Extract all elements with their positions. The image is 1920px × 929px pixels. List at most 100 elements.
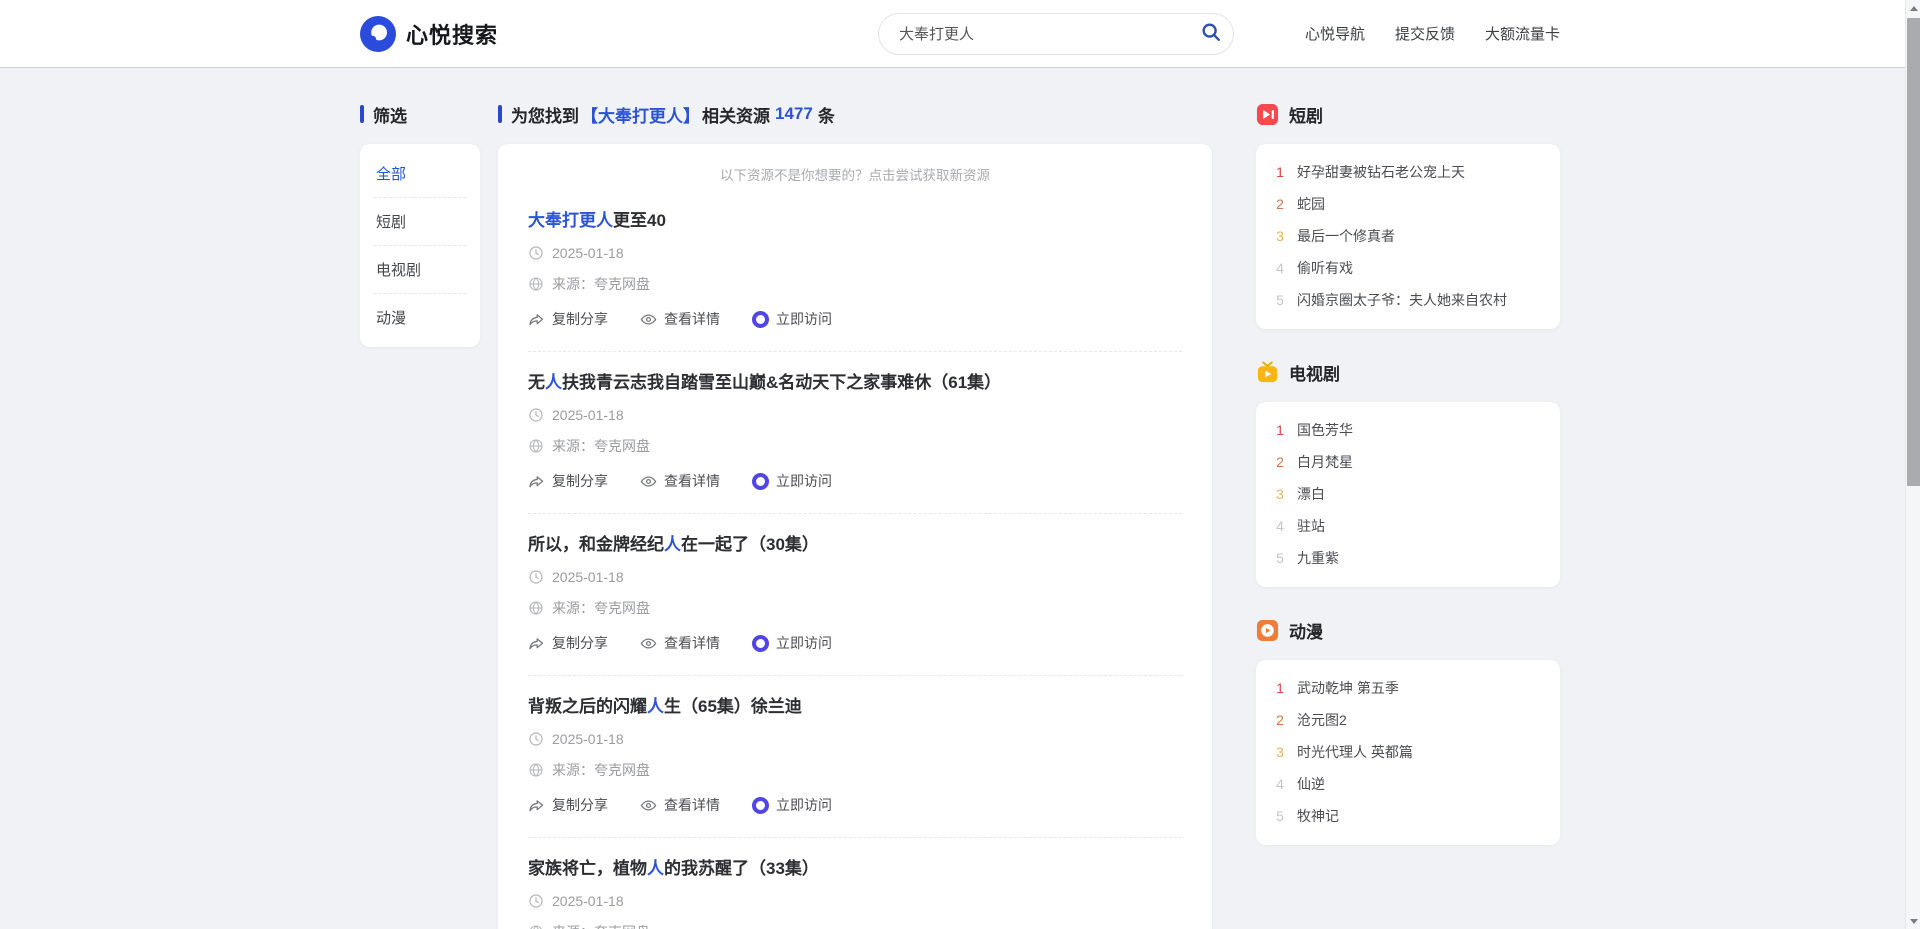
result-source: 来源：夸克网盘 (552, 760, 650, 780)
view-detail-button[interactable]: 查看详情 (640, 309, 720, 329)
result-source-row: 来源：夸克网盘 (528, 274, 1182, 294)
rank-card: 1 国色芳华 2 白月梵星 3 漂白 4 驻站 5 九重紫 (1256, 402, 1560, 587)
visit-now-label: 立即访问 (776, 471, 832, 491)
rank-number: 1 (1274, 163, 1286, 182)
view-detail-button[interactable]: 查看详情 (640, 633, 720, 653)
result-source: 来源：夸克网盘 (552, 922, 650, 929)
rank-card: 1 武动乾坤 第五季 2 沧元图2 3 时光代理人 英都篇 4 仙逆 5 牧神记 (1256, 660, 1560, 845)
summary-suffix: 条 (818, 102, 835, 127)
view-detail-button[interactable]: 查看详情 (640, 795, 720, 815)
result-title[interactable]: 家族将亡，植物人的我苏醒了（33集） (528, 858, 1182, 880)
result-date: 2025-01-18 (552, 569, 624, 585)
copy-share-button[interactable]: 复制分享 (528, 795, 608, 815)
eye-icon (640, 311, 657, 328)
rank-number: 4 (1274, 775, 1286, 794)
result-date-row: 2025-01-18 (528, 893, 1182, 909)
nav-link-navigation[interactable]: 心悦导航 (1305, 23, 1365, 44)
visit-now-button[interactable]: 立即访问 (752, 309, 832, 329)
rank-item-title: 好孕甜妻被钻石老公宠上天 (1297, 163, 1465, 182)
rank-number: 2 (1274, 453, 1286, 472)
rank-number: 3 (1274, 485, 1286, 504)
copy-share-button[interactable]: 复制分享 (528, 471, 608, 491)
rank-list-item[interactable]: 3 最后一个修真者 (1274, 227, 1542, 246)
rank-number: 2 (1274, 711, 1286, 730)
top-header: 心悦搜索 心悦导航 提交反馈 大额流量卡 (0, 0, 1920, 68)
nav-link-feedback[interactable]: 提交反馈 (1395, 23, 1455, 44)
result-source-row: 来源：夸克网盘 (528, 436, 1182, 456)
rank-list-item[interactable]: 5 九重紫 (1274, 549, 1542, 568)
copy-share-label: 复制分享 (552, 309, 608, 329)
rank-list-item[interactable]: 4 驻站 (1274, 517, 1542, 536)
search-input[interactable] (878, 13, 1234, 55)
filter-item-0[interactable]: 全部 (374, 150, 466, 198)
window-scrollbar[interactable] (1905, 0, 1920, 929)
nav-link-data-card[interactable]: 大额流量卡 (1485, 23, 1560, 44)
rank-section-title: 动漫 (1289, 618, 1323, 643)
rank-list-item[interactable]: 1 武动乾坤 第五季 (1274, 679, 1542, 698)
visit-circle-icon (752, 635, 769, 652)
result-actions: 复制分享 查看详情 立即访问 (528, 309, 1182, 329)
short-drama-icon (1256, 103, 1279, 126)
filter-item-1[interactable]: 短剧 (374, 198, 466, 246)
filter-item-3[interactable]: 动漫 (374, 294, 466, 341)
rank-list-item[interactable]: 1 国色芳华 (1274, 421, 1542, 440)
rank-list-item[interactable]: 2 白月梵星 (1274, 453, 1542, 472)
rank-list-item[interactable]: 2 蛇园 (1274, 195, 1542, 214)
globe-icon (528, 762, 544, 778)
rank-list-item[interactable]: 4 仙逆 (1274, 775, 1542, 794)
refresh-resources-link[interactable]: 以下资源不是你想要的？点击尝试获取新资源 (528, 160, 1182, 190)
result-title[interactable]: 背叛之后的闪耀人生（65集）徐兰迪 (528, 696, 1182, 718)
rank-list-item[interactable]: 1 好孕甜妻被钻石老公宠上天 (1274, 163, 1542, 182)
rank-item-title: 牧神记 (1297, 807, 1339, 826)
logo-icon (360, 16, 396, 52)
rank-item-title: 蛇园 (1297, 195, 1325, 214)
rank-list-item[interactable]: 2 沧元图2 (1274, 711, 1542, 730)
search-button[interactable] (1194, 17, 1228, 51)
results-header: 为您找到 【大奉打更人】 相关资源 1477 条 (498, 102, 1212, 126)
scroll-up-arrow[interactable] (1906, 0, 1920, 16)
copy-share-button[interactable]: 复制分享 (528, 633, 608, 653)
rank-list-item[interactable]: 3 时光代理人 英都篇 (1274, 743, 1542, 762)
result-title[interactable]: 大奉打更人更至40 (528, 210, 1182, 232)
scrollbar-thumb[interactable] (1907, 18, 1920, 486)
rank-list-item[interactable]: 4 偷听有戏 (1274, 259, 1542, 278)
copy-share-button[interactable]: 复制分享 (528, 309, 608, 329)
visit-now-button[interactable]: 立即访问 (752, 633, 832, 653)
eye-icon (640, 473, 657, 490)
visit-now-button[interactable]: 立即访问 (752, 795, 832, 815)
copy-share-label: 复制分享 (552, 795, 608, 815)
share-arrow-icon (528, 311, 545, 328)
clock-icon (528, 569, 544, 585)
rank-list-item[interactable]: 5 闪婚京圈太子爷：夫人她来自农村 (1274, 291, 1542, 310)
view-detail-button[interactable]: 查看详情 (640, 471, 720, 491)
result-title[interactable]: 所以，和金牌经纪人在一起了（30集） (528, 534, 1182, 556)
rank-list-item[interactable]: 5 牧神记 (1274, 807, 1542, 826)
results-card: 以下资源不是你想要的？点击尝试获取新资源 大奉打更人更至40 2025-01-1… (498, 144, 1212, 929)
logo-text: 心悦搜索 (406, 18, 498, 50)
result-item: 大奉打更人更至40 2025-01-18 来源：夸克网盘 (528, 190, 1182, 352)
rank-number: 3 (1274, 227, 1286, 246)
rank-card: 1 好孕甜妻被钻石老公宠上天 2 蛇园 3 最后一个修真者 4 偷听有戏 5 闪… (1256, 144, 1560, 329)
result-title[interactable]: 无人扶我青云志我自踏雪至山巅&名动天下之家事难休（61集） (528, 372, 1182, 394)
visit-now-label: 立即访问 (776, 633, 832, 653)
view-detail-label: 查看详情 (664, 795, 720, 815)
copy-share-label: 复制分享 (552, 471, 608, 491)
visit-now-button[interactable]: 立即访问 (752, 471, 832, 491)
result-source-row: 来源：夸克网盘 (528, 760, 1182, 780)
site-logo[interactable]: 心悦搜索 (360, 16, 498, 52)
scroll-down-arrow[interactable] (1906, 913, 1920, 929)
rank-item-title: 九重紫 (1297, 549, 1339, 568)
copy-share-label: 复制分享 (552, 633, 608, 653)
globe-icon (528, 600, 544, 616)
anime-icon (1256, 619, 1279, 642)
view-detail-label: 查看详情 (664, 309, 720, 329)
rank-number: 5 (1274, 291, 1286, 310)
filter-item-2[interactable]: 电视剧 (374, 246, 466, 294)
result-source-row: 来源：夸克网盘 (528, 598, 1182, 618)
result-date-row: 2025-01-18 (528, 569, 1182, 585)
share-arrow-icon (528, 797, 545, 814)
eye-icon (640, 797, 657, 814)
rank-list-item[interactable]: 3 漂白 (1274, 485, 1542, 504)
visit-circle-icon (752, 797, 769, 814)
result-date: 2025-01-18 (552, 245, 624, 261)
